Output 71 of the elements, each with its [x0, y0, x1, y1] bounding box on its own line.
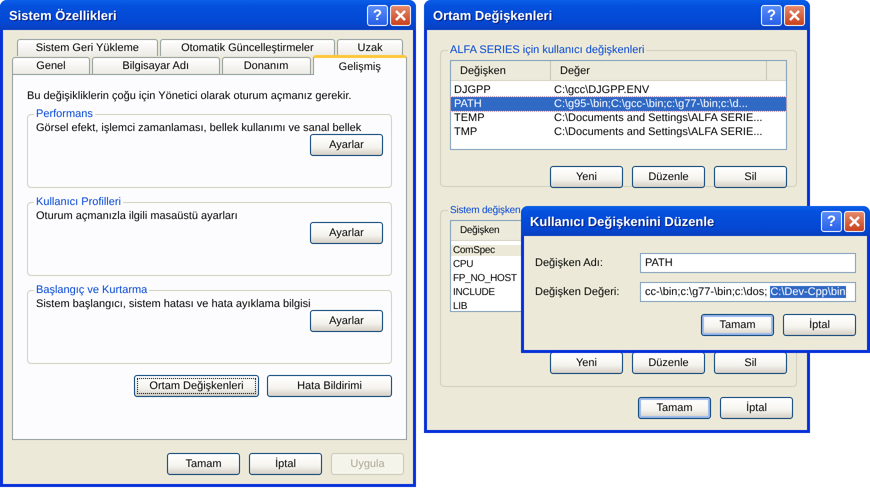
- input-field[interactable]: PATH: [640, 253, 856, 273]
- close-icon: [848, 214, 861, 228]
- window-title: Kullanıcı Değişkenini Düzenle: [530, 214, 716, 228]
- dialog-button[interactable]: İptal: [249, 453, 322, 475]
- info-text: Bu değişikliklerin çoğu için Yönetici olarak oturum açmanız gerekir.: [27, 90, 352, 102]
- variable-value: C:\Documents and Settings\ALFA SERIE...: [553, 112, 764, 124]
- tab[interactable]: Uzak: [337, 39, 403, 56]
- tab[interactable]: Genel: [12, 57, 90, 74]
- close-icon: [394, 8, 407, 22]
- close-button[interactable]: [844, 210, 865, 232]
- close-button[interactable]: [784, 4, 805, 26]
- group-title: Başlangıç ve Kurtarma: [35, 284, 148, 296]
- list-row[interactable]: DJGPP C:\gcc\DJGPP.ENV: [451, 83, 786, 97]
- variable-name: LIB: [452, 300, 468, 312]
- list-row[interactable]: TMP C:\Documents and Settings\ALFA SERIE...: [451, 125, 786, 139]
- group-description: Sistem başlangıcı, sistem hatası ve hata ayıklama bilgisi: [36, 298, 312, 310]
- help-button[interactable]: ?: [761, 4, 782, 26]
- dialog-button[interactable]: Tamam: [167, 453, 240, 475]
- dialog-button[interactable]: Tamam: [638, 397, 711, 419]
- dialog-button[interactable]: Hata Bildirimi: [267, 375, 392, 397]
- variable-name: TMP: [453, 126, 478, 138]
- window-title: Ortam Değişkenleri: [433, 8, 554, 22]
- tab[interactable]: Bilgisayar Adı: [92, 57, 220, 74]
- list-row[interactable]: FP_NO_HOST: [451, 271, 524, 285]
- tab[interactable]: Gelişmiş: [312, 55, 407, 75]
- variable-name: TEMP: [453, 112, 486, 124]
- dialog-button[interactable]: Sil: [714, 166, 787, 188]
- list-row[interactable]: CPU: [451, 257, 524, 271]
- field-label: Değişken Adı:: [535, 257, 604, 269]
- column-header[interactable]: Değişken: [451, 61, 551, 80]
- group-title: ALFA SERIES için kullanıcı değişkenleri: [449, 44, 646, 56]
- list-row[interactable]: PATH C:\g95-\bin;C:\gcc-\bin;c:\g77-\bin;c:\d...: [451, 97, 786, 111]
- dialog-button[interactable]: Düzenle: [632, 166, 705, 188]
- variable-value: C:\Documents and Settings\ALFA SERIE...: [553, 126, 764, 138]
- group-title: Kullanıcı Profilleri: [35, 196, 122, 208]
- list-row[interactable]: TEMP C:\Documents and Settings\ALFA SERIE...: [451, 111, 786, 125]
- column-header[interactable]: Değer: [551, 61, 767, 80]
- dialog-button[interactable]: Ortam Değişkenleri: [134, 375, 259, 397]
- help-button[interactable]: ?: [367, 4, 388, 26]
- dialog-button[interactable]: İptal: [720, 397, 793, 419]
- dialog-button[interactable]: Yeni: [550, 352, 623, 374]
- variable-name: DJGPP: [453, 84, 492, 96]
- field-label: Değişken Değeri:: [535, 286, 620, 298]
- tab[interactable]: Donanım: [222, 57, 311, 74]
- close-icon: [788, 8, 801, 22]
- list-row[interactable]: INCLUDE: [451, 285, 524, 299]
- window-title: Sistem Özellikleri: [9, 8, 118, 22]
- settings-button[interactable]: Ayarlar: [310, 310, 383, 332]
- tab[interactable]: Otomatik Güncelleştirmeler: [160, 39, 336, 56]
- settings-button[interactable]: Ayarlar: [310, 222, 383, 244]
- variable-name: INCLUDE: [452, 286, 496, 298]
- group-description: Görsel efekt, işlemci zamanlaması, bellek kullanımı ve sanal bellek: [36, 122, 362, 134]
- dialog-button[interactable]: Düzenle: [632, 352, 705, 374]
- variable-value: C:\gcc\DJGPP.ENV: [553, 84, 650, 96]
- settings-button[interactable]: Ayarlar: [310, 134, 383, 156]
- dialog-button[interactable]: Yeni: [550, 166, 623, 188]
- tab[interactable]: Sistem Geri Yükleme: [17, 39, 158, 56]
- variable-name: CPU: [452, 258, 474, 270]
- list-row[interactable]: LIB: [451, 299, 524, 313]
- group-title: Sistem değişken: [449, 205, 522, 216]
- input-field[interactable]: cc-\bin;c:\g77-\bin;c:\dos; C:\Dev-Cpp\bin: [640, 282, 856, 302]
- dialog-button[interactable]: Sil: [714, 352, 787, 374]
- group-description: Oturum açmanızla ilgili masaüstü ayarları: [36, 210, 239, 222]
- variable-name: FP_NO_HOST: [452, 272, 518, 284]
- dialog-button[interactable]: İptal: [783, 314, 856, 336]
- group-title: Performans: [35, 108, 94, 120]
- variable-name: PATH: [453, 98, 483, 110]
- help-button[interactable]: ?: [821, 210, 842, 232]
- dialog-button[interactable]: Tamam: [701, 314, 774, 336]
- close-button[interactable]: [390, 4, 411, 26]
- variable-value: C:\g95-\bin;C:\gcc-\bin;c:\g77-\bin;c:\d...: [553, 98, 749, 110]
